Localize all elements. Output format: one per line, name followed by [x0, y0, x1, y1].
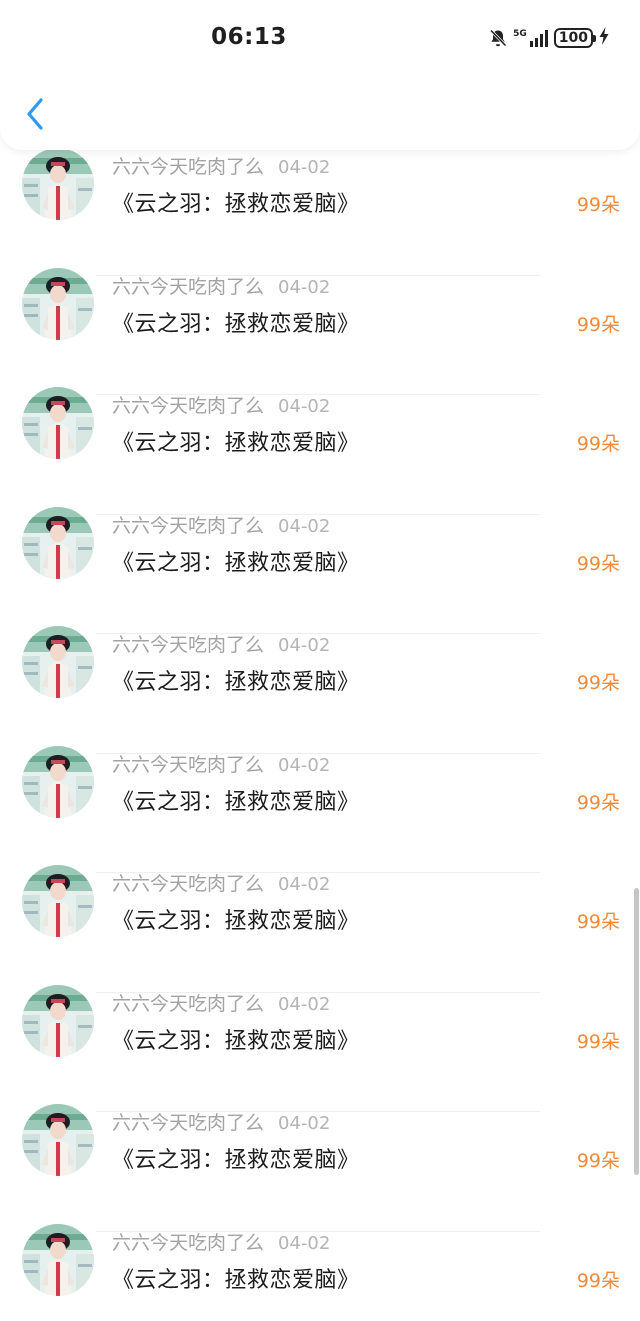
avatar[interactable] [22, 865, 94, 937]
username[interactable]: 六六今天吃肉了么 [112, 873, 264, 895]
signal-icon [529, 29, 549, 47]
post-date: 04-02 [278, 515, 331, 537]
work-title[interactable]: 《云之羽：拯救恋爱脑》 [112, 664, 360, 696]
row-meta: 六六今天吃肉了么 04-02 [112, 989, 330, 1016]
username[interactable]: 六六今天吃肉了么 [112, 276, 264, 298]
username[interactable]: 六六今天吃肉了么 [112, 156, 264, 178]
list-item[interactable]: 六六今天吃肉了么 04-02 《云之羽：拯救恋爱脑》 99朵 [0, 387, 640, 515]
avatar[interactable] [22, 387, 94, 459]
avatar[interactable] [22, 506, 94, 579]
username[interactable]: 六六今天吃肉了么 [112, 1112, 264, 1134]
post-date: 04-02 [278, 1113, 331, 1134]
post-date: 04-02 [278, 754, 331, 776]
flower-count: 99朵 [576, 194, 620, 216]
list-item[interactable]: 六六今天吃肉了么 04-02 《云之羽：拯救恋爱脑》 99朵 [0, 984, 640, 1112]
list-item[interactable]: 六六今天吃肉了么 04-02 《云之羽：拯救恋爱脑》 99朵 [0, 865, 640, 993]
list-item[interactable]: 六六今天吃肉了么 04-02 《云之羽：拯救恋爱脑》 99朵 [0, 506, 640, 634]
row-meta: 六六今天吃肉了么 04-02 [112, 750, 330, 777]
flower-count: 99朵 [576, 1150, 620, 1172]
row-meta: 六六今天吃肉了么 04-02 [112, 152, 330, 179]
avatar[interactable] [22, 148, 94, 220]
post-date: 04-02 [278, 396, 331, 417]
flower-count: 99朵 [576, 1030, 620, 1053]
post-date: 04-02 [278, 1232, 331, 1254]
post-date: 04-02 [278, 874, 331, 895]
avatar[interactable] [22, 1104, 94, 1176]
work-title[interactable]: 《云之羽：拯救恋爱脑》 [112, 1023, 360, 1055]
top-bar: 06:13 5G 100 [0, 0, 640, 150]
username[interactable]: 六六今天吃肉了么 [112, 395, 264, 417]
flower-count: 99朵 [576, 791, 620, 814]
work-title[interactable]: 《云之羽：拯救恋爱脑》 [112, 1142, 360, 1174]
username[interactable]: 六六今天吃肉了么 [112, 993, 264, 1015]
row-meta: 六六今天吃肉了么 04-02 [112, 869, 330, 896]
list-item[interactable]: 六六今天吃肉了么 04-02 《云之羽：拯救恋爱脑》 99朵 [0, 267, 640, 395]
scrollbar[interactable] [634, 888, 639, 1175]
avatar[interactable] [22, 1223, 94, 1296]
work-title[interactable]: 《云之羽：拯救恋爱脑》 [112, 186, 360, 218]
row-meta: 六六今天吃肉了么 04-02 [112, 511, 330, 538]
work-title[interactable]: 《云之羽：拯救恋爱脑》 [112, 903, 360, 935]
status-icons: 5G 100 [488, 26, 610, 50]
status-time: 06:13 [211, 24, 287, 50]
avatar[interactable] [22, 626, 94, 698]
work-title[interactable]: 《云之羽：拯救恋爱脑》 [112, 1262, 360, 1294]
list-item[interactable]: 六六今天吃肉了么 04-02 《云之羽：拯救恋爱脑》 99朵 [0, 745, 640, 873]
list-item[interactable]: 六六今天吃肉了么 04-02 《云之羽：拯救恋爱脑》 99朵 [0, 1104, 640, 1232]
avatar[interactable] [22, 267, 94, 340]
battery-indicator: 100 [553, 28, 597, 48]
flower-count: 99朵 [576, 1269, 620, 1292]
post-date: 04-02 [278, 276, 331, 298]
row-meta: 六六今天吃肉了么 04-02 [112, 630, 330, 657]
row-meta: 六六今天吃肉了么 04-02 [112, 1228, 330, 1255]
page: 06:13 5G 100 六六今天吃肉了么 04-02 《云之羽：拯救恋爱脑》 … [0, 0, 640, 1321]
post-date: 04-02 [278, 157, 331, 178]
flower-count: 99朵 [576, 911, 620, 933]
flower-count: 99朵 [576, 672, 620, 694]
charging-icon [598, 26, 610, 50]
work-title[interactable]: 《云之羽：拯救恋爱脑》 [112, 784, 360, 816]
username[interactable]: 六六今天吃肉了么 [112, 515, 264, 537]
post-date: 04-02 [278, 635, 331, 656]
row-meta: 六六今天吃肉了么 04-02 [112, 391, 330, 418]
work-title[interactable]: 《云之羽：拯救恋爱脑》 [112, 545, 360, 577]
row-meta: 六六今天吃肉了么 04-02 [112, 1108, 330, 1135]
work-title[interactable]: 《云之羽：拯救恋爱脑》 [112, 425, 360, 457]
list-item[interactable]: 六六今天吃肉了么 04-02 《云之羽：拯救恋爱脑》 99朵 [0, 626, 640, 754]
avatar[interactable] [22, 745, 94, 818]
flower-count: 99朵 [576, 433, 620, 455]
list-item[interactable]: 六六今天吃肉了么 04-02 《云之羽：拯救恋爱脑》 99朵 [0, 1223, 640, 1321]
gift-record-list: 六六今天吃肉了么 04-02 《云之羽：拯救恋爱脑》 99朵 六六今天吃肉了么 … [0, 148, 640, 1321]
username[interactable]: 六六今天吃肉了么 [112, 634, 264, 656]
chevron-left-icon [27, 98, 43, 130]
work-title[interactable]: 《云之羽：拯救恋爱脑》 [112, 306, 360, 338]
flower-count: 99朵 [576, 552, 620, 575]
row-meta: 六六今天吃肉了么 04-02 [112, 272, 330, 299]
username[interactable]: 六六今天吃肉了么 [112, 1232, 264, 1254]
network-label: 5G [513, 28, 527, 39]
back-button[interactable] [20, 94, 50, 134]
list-item[interactable]: 六六今天吃肉了么 04-02 《云之羽：拯救恋爱脑》 99朵 [0, 148, 640, 276]
bell-muted-icon [488, 28, 508, 48]
username[interactable]: 六六今天吃肉了么 [112, 754, 264, 776]
avatar[interactable] [22, 984, 94, 1057]
flower-count: 99朵 [576, 313, 620, 336]
post-date: 04-02 [278, 993, 331, 1015]
